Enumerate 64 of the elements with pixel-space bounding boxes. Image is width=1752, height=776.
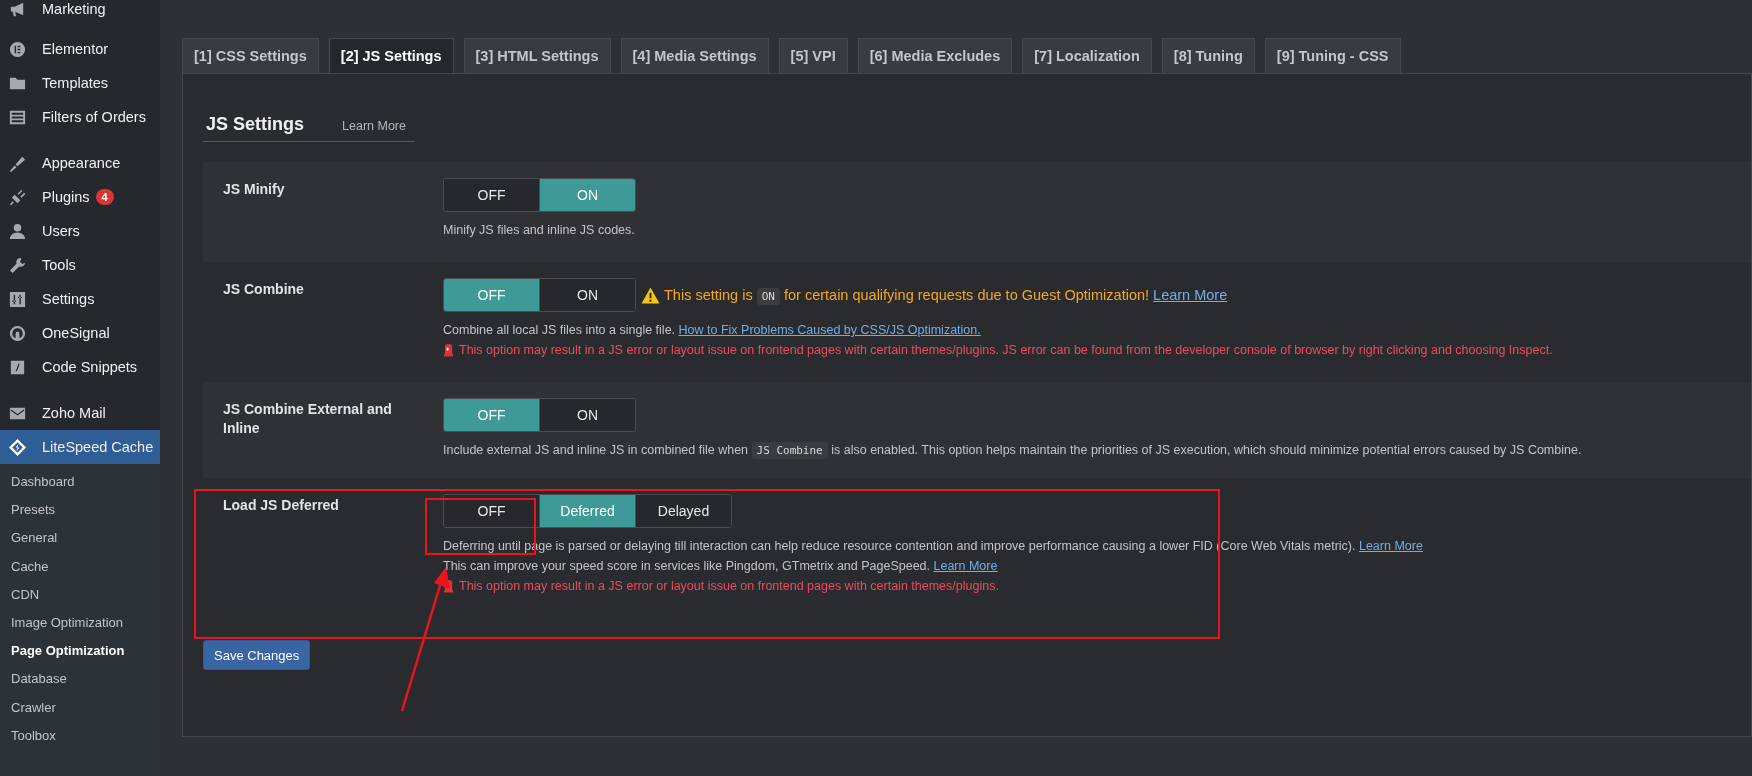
toggle-option[interactable]: ON	[539, 279, 635, 311]
save-button[interactable]: Save Changes	[203, 640, 311, 670]
toggle-option[interactable]: Delayed	[635, 495, 731, 527]
setting-label: JS Minify	[223, 180, 286, 199]
submenu-item[interactable]: Image Optimization	[11, 608, 160, 638]
setting-label: JS Combine External and Inline	[223, 400, 393, 438]
warning-note: This option may result in a JS error or layout issue on frontend pages with certain themes/plugins.	[459, 579, 999, 593]
submenu-item[interactable]: Crawler	[11, 693, 160, 722]
sidebar-item[interactable]: Code Snippets	[0, 350, 160, 384]
sidebar-item[interactable]: Elementor	[0, 32, 160, 66]
plug-icon	[8, 187, 27, 207]
submenu-item[interactable]: Toolbox	[11, 721, 160, 750]
learn-more-link[interactable]: Learn More	[342, 119, 406, 133]
sidebar-item[interactable]: Templates	[0, 66, 160, 100]
submenu-item[interactable]: General	[11, 524, 160, 553]
description: This can improve your speed score in services like Pingdom, GTmetrix and PageSpeed. Learn More	[443, 559, 998, 573]
tab[interactable]: [2] JS Settings	[328, 38, 454, 73]
description: Minify JS files and inline JS codes.	[443, 223, 635, 237]
help-link[interactable]: How to Fix Problems Caused by CSS/JS Optimization.	[678, 323, 981, 337]
warning-icon	[641, 286, 660, 304]
description: Include external JS and inline JS in combined file when JS Combine is also enabled. This option helps maintain the priorities of JS execution, which should minimize potential errors caused by JS Combine.	[443, 443, 1582, 457]
help-link[interactable]: Learn More	[933, 559, 998, 573]
help-link[interactable]: Learn More	[1358, 539, 1423, 553]
tab[interactable]: [9] Tuning - CSS	[1264, 38, 1401, 73]
sidebar-item[interactable]: Settings	[0, 282, 160, 316]
submenu-item[interactable]: Dashboard	[11, 468, 160, 497]
submenu-item[interactable]: Database	[11, 665, 160, 694]
tab[interactable]: [6] Media Excludes	[857, 38, 1013, 73]
sidebar-item[interactable]: Appearance	[0, 146, 160, 180]
learn-more-link[interactable]: Learn More	[1153, 287, 1228, 303]
warning-note: This option may result in a JS error or layout issue on frontend pages with certain themes/plugins. JS error can be found from the developer console of browser by right clicking and choosing Inspect.	[459, 343, 1553, 357]
tab[interactable]: [8] Tuning	[1161, 38, 1255, 73]
sidebar-item[interactable]: Plugins 4	[0, 180, 160, 214]
toggle-option[interactable]: OFF	[444, 179, 539, 211]
sidebar-item[interactable]: LiteSpeed Cache	[0, 430, 160, 464]
tab[interactable]: [4] Media Settings	[620, 38, 769, 73]
warning-text: This setting is ON for certain qualifying requests due to Guest Optimization! Learn More	[664, 287, 1228, 303]
description: Combine all local JS files into a single file. How to Fix Problems Caused by CSS/JS Optimization.	[443, 323, 981, 337]
count-badge: 4	[95, 189, 114, 205]
diamond-icon	[8, 437, 27, 457]
tab[interactable]: [7] Localization	[1022, 38, 1152, 73]
setting-label: Load JS Deferred	[223, 496, 340, 515]
submenu-item[interactable]: Presets	[11, 496, 160, 525]
user-icon	[8, 221, 27, 241]
sliders-icon	[8, 289, 27, 309]
setting-label: JS Combine	[223, 280, 305, 299]
submenu-item[interactable]: CDN	[11, 580, 160, 609]
section-title: JS Settings	[206, 114, 305, 135]
sidebar-item[interactable]: Tools	[0, 248, 160, 282]
toggle-option[interactable]: ON	[539, 399, 635, 431]
wrench-icon	[8, 255, 27, 275]
sidebar-item[interactable]: Filters of Orders	[0, 100, 160, 134]
submenu-item[interactable]: Page Optimization	[11, 637, 160, 666]
submenu-item[interactable]: Cache	[11, 552, 160, 581]
tab[interactable]: [1] CSS Settings	[182, 38, 319, 73]
tab[interactable]: [3] HTML Settings	[463, 38, 611, 73]
sidebar-item[interactable]: Marketing	[0, 0, 160, 20]
sidebar-item[interactable]: Zoho Mail	[0, 396, 160, 430]
toggle-option[interactable]: OFF	[444, 495, 539, 527]
tab[interactable]: [5] VPI	[778, 38, 848, 73]
sidebar-item[interactable]: OneSignal	[0, 316, 160, 350]
sidebar-item[interactable]: Users	[0, 214, 160, 248]
alarm-icon	[443, 343, 454, 357]
signal-icon	[8, 323, 27, 343]
